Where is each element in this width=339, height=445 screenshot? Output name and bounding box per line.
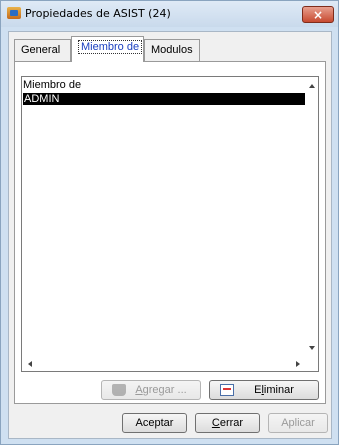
add-label-mnemonic: A [135, 384, 143, 396]
tab-modulos[interactable]: Modulos [144, 39, 200, 61]
tab-miembro-de-label: Miembro de [78, 40, 143, 54]
window-title: Propiedades de ASIST (24) [25, 7, 171, 20]
scroll-left-icon[interactable] [28, 361, 32, 367]
ok-button[interactable]: Aceptar [122, 413, 187, 433]
remove-button-label: Eliminar [254, 384, 294, 396]
tab-general-label: General [21, 44, 61, 56]
column-header-miembro-de[interactable]: Miembro de [23, 79, 81, 91]
close-label-post: errar [219, 417, 244, 429]
tab-miembro-de[interactable]: Miembro de [71, 36, 144, 62]
scroll-down-icon[interactable] [309, 346, 315, 350]
member-listbox[interactable]: Miembro de ADMIN [21, 76, 319, 372]
properties-dialog: Propiedades de ASIST (24) × General Miem… [0, 0, 339, 445]
close-icon[interactable]: × [302, 6, 334, 23]
close-label-mnemonic: C [211, 417, 220, 429]
hand-icon [112, 384, 126, 396]
delete-icon [220, 384, 234, 396]
remove-label-post: iminar [263, 384, 294, 396]
app-icon [7, 7, 21, 19]
vertical-scrollbar[interactable] [305, 77, 318, 357]
dialog-body: General Miembro de Modulos Miembro de AD… [8, 31, 332, 439]
scroll-right-icon[interactable] [296, 361, 300, 367]
tab-modulos-label: Modulos [151, 44, 193, 56]
remove-button[interactable]: Eliminar [209, 380, 319, 400]
add-label-post: gregar ... [142, 384, 187, 396]
close-button[interactable]: Cerrar [195, 413, 260, 433]
apply-button[interactable]: Aplicar [268, 413, 328, 433]
add-button-label: Agregar ... [135, 384, 186, 396]
tab-general[interactable]: General [14, 39, 71, 61]
title-bar[interactable]: Propiedades de ASIST (24) × [1, 1, 338, 27]
scroll-up-icon[interactable] [309, 84, 315, 88]
tab-panel-miembro-de: Miembro de ADMIN Agregar ... Eliminar [14, 61, 326, 404]
list-item[interactable]: ADMIN [23, 93, 305, 105]
add-button[interactable]: Agregar ... [101, 380, 201, 400]
horizontal-scrollbar[interactable] [22, 357, 318, 371]
